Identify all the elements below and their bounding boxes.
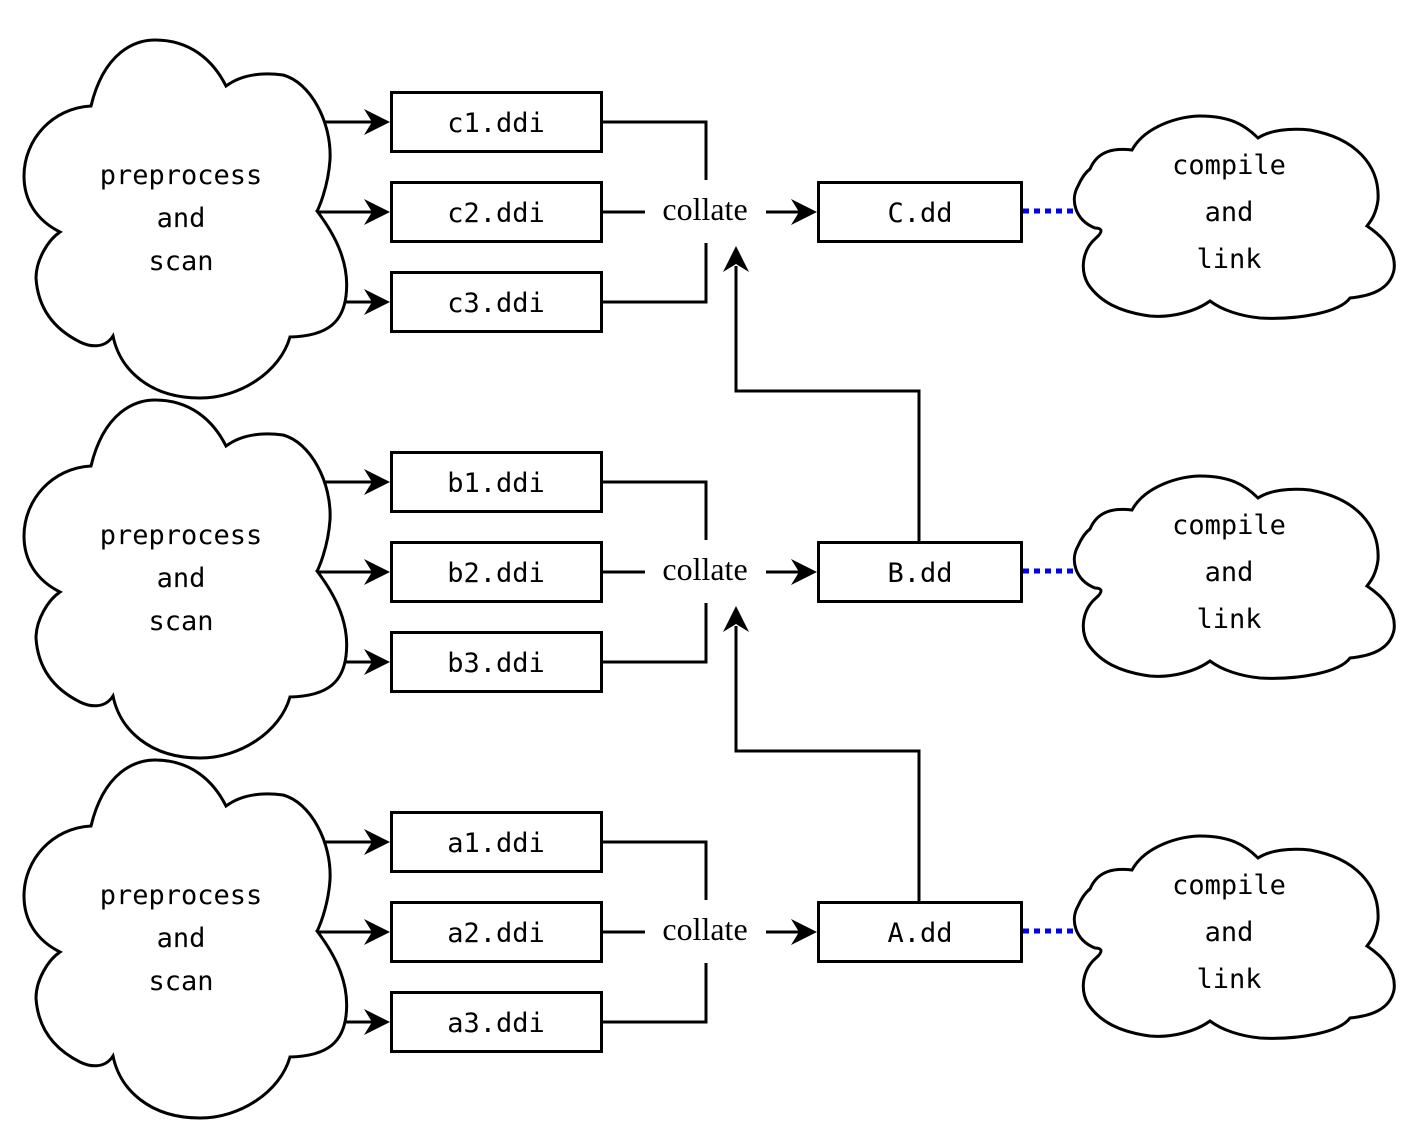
- scan-output-arrow: [324, 469, 390, 495]
- scan-output-arrow: [344, 1009, 390, 1035]
- dd-file-box[interactable]: C.dd: [817, 181, 1023, 243]
- cloud-label-line: scan: [148, 246, 213, 277]
- scan-output-arrow: [317, 199, 390, 225]
- cloud-label-line: and: [1205, 197, 1254, 228]
- dependency-arrow: [723, 606, 921, 901]
- cloud-label-line: link: [1196, 244, 1261, 275]
- build-diagram: preprocess and scan c1.ddi c2.ddi c3.ddi colla…: [22, 38, 1396, 1120]
- cloud-label-line: and: [157, 563, 206, 594]
- cloud-label-line: preprocess: [100, 160, 263, 191]
- collate-label: collate: [662, 191, 747, 227]
- cloud-label-line: preprocess: [100, 520, 263, 551]
- scan-output-arrow: [317, 559, 390, 585]
- group-c: preprocess and scan c1.ddi c2.ddi c3.ddi colla…: [22, 38, 1396, 400]
- cloud-label-line: compile: [1172, 510, 1286, 541]
- dependency-arrow: [723, 246, 921, 541]
- ddi-file-label: a1.ddi: [447, 828, 545, 859]
- dd-file-box[interactable]: B.dd: [817, 541, 1023, 603]
- collate-output-arrow: [766, 919, 817, 945]
- dd-file-label: C.dd: [887, 198, 952, 229]
- scan-output-arrow: [344, 649, 390, 675]
- cloud-label-line: compile: [1172, 150, 1286, 181]
- dd-file-label: B.dd: [887, 558, 952, 589]
- cloud-label-line: link: [1196, 604, 1261, 635]
- cloud-label-line: and: [157, 923, 206, 954]
- preprocess-scan-cloud: preprocess and scan: [22, 398, 349, 760]
- ddi-file-box[interactable]: c3.ddi: [390, 271, 603, 333]
- cloud-label-line: and: [1205, 917, 1254, 948]
- collate-output-arrow: [766, 559, 817, 585]
- preprocess-scan-cloud: preprocess and scan: [22, 38, 349, 400]
- preprocess-scan-cloud: preprocess and scan: [22, 758, 349, 1120]
- collate-label: collate: [662, 911, 747, 947]
- compile-link-cloud: compile and link: [1072, 114, 1396, 320]
- cloud-label-line: preprocess: [100, 880, 263, 911]
- ddi-file-label: a2.ddi: [447, 918, 545, 949]
- ddi-file-box[interactable]: b3.ddi: [390, 631, 603, 693]
- cloud-label-line: compile: [1172, 870, 1286, 901]
- compile-link-cloud: compile and link: [1072, 834, 1396, 1040]
- collate-connector: collate: [603, 840, 748, 1024]
- ddi-file-box[interactable]: a3.ddi: [390, 991, 603, 1053]
- cloud-label-line: link: [1196, 964, 1261, 995]
- ddi-file-box[interactable]: a2.ddi: [390, 901, 603, 963]
- ddi-file-label: b1.ddi: [447, 468, 545, 499]
- collate-label: collate: [662, 551, 747, 587]
- scan-output-arrow: [317, 919, 390, 945]
- cloud-label-line: scan: [148, 606, 213, 637]
- scan-output-arrow: [324, 109, 390, 135]
- dd-file-box[interactable]: A.dd: [817, 901, 1023, 963]
- ddi-file-label: c1.ddi: [447, 108, 545, 139]
- scan-output-arrow: [324, 829, 390, 855]
- ddi-file-label: b3.ddi: [447, 648, 545, 679]
- ddi-file-label: c2.ddi: [447, 198, 545, 229]
- ddi-file-box[interactable]: c2.ddi: [390, 181, 603, 243]
- ddi-file-box[interactable]: b1.ddi: [390, 451, 603, 513]
- collate-output-arrow: [766, 199, 817, 225]
- scan-output-arrow: [344, 289, 390, 315]
- ddi-file-box[interactable]: c1.ddi: [390, 91, 603, 153]
- cloud-label-line: and: [157, 203, 206, 234]
- cloud-label-line: scan: [148, 966, 213, 997]
- ddi-file-label: c3.ddi: [447, 288, 545, 319]
- ddi-file-box[interactable]: b2.ddi: [390, 541, 603, 603]
- ddi-file-box[interactable]: a1.ddi: [390, 811, 603, 873]
- cloud-label-line: and: [1205, 557, 1254, 588]
- ddi-file-label: a3.ddi: [447, 1008, 545, 1039]
- compile-link-cloud: compile and link: [1072, 474, 1396, 680]
- dd-file-label: A.dd: [887, 918, 952, 949]
- collate-connector: collate: [603, 120, 748, 304]
- collate-connector: collate: [603, 480, 748, 664]
- ddi-file-label: b2.ddi: [447, 558, 545, 589]
